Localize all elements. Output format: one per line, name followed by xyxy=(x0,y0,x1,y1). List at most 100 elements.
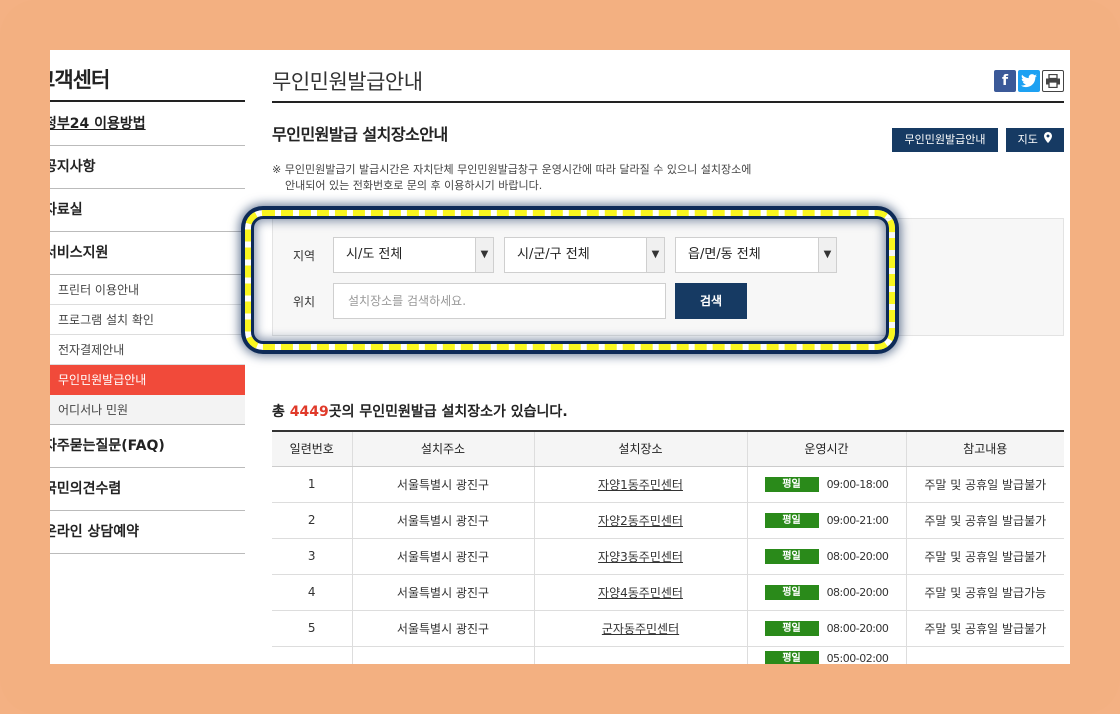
row-address: 서울특별시 광진구 xyxy=(351,610,534,647)
table-row: 2 서울특별시 광진구 자양2동주민센터 평일 09:00-21:00 주말 및 … xyxy=(272,502,1064,539)
search-button[interactable]: 검색 xyxy=(675,283,747,319)
table-row: 3 서울특별시 광진구 자양3동주민센터 평일 08:00-20:00 주말 및 … xyxy=(272,538,1064,575)
row-note: 주말 및 공휴일 발급불가 xyxy=(905,502,1064,539)
kiosk-guide-button[interactable]: 무인민원발급안내 xyxy=(892,128,998,152)
sido-select[interactable]: 시/도 전체 ▼ xyxy=(333,237,494,273)
row-note: 주말 및 공휴일 발급가능 xyxy=(905,574,1064,611)
sidebar-item-label: 자주묻는질문(FAQ) xyxy=(50,438,165,454)
weekday-badge: 평일 xyxy=(764,620,819,636)
hours-text: 09:00-21:00 xyxy=(826,513,889,527)
row-hours: 평일 05:00-02:00 xyxy=(746,646,906,665)
row-place-label: 자양2동주민센터 xyxy=(598,513,683,528)
row-address: 서울특별시 광진구 xyxy=(351,466,534,503)
sidebar-item-label: 서비스지원 xyxy=(50,245,109,261)
sidebar-item-service-support[interactable]: 서비스지원 xyxy=(50,232,245,275)
row-place-link[interactable]: 자양1동주민센터 xyxy=(533,466,747,503)
result-number: 4449 xyxy=(289,404,329,420)
row-number: 5 xyxy=(272,610,352,647)
table-header-row: 일련번호 설치주소 설치장소 운영시간 참고내용 xyxy=(272,430,1064,467)
sidebar-menu: 정부24 이용방법 공지사항 자료실 서비스지원 프린터 이용안내 프로그램 설… xyxy=(50,103,245,554)
row-place-link[interactable]: 자양3동주민센터 xyxy=(533,538,747,575)
sidebar-item-library[interactable]: 자료실 xyxy=(50,189,245,232)
hours-text: 05:00-02:00 xyxy=(826,651,889,665)
chevron-down-icon: ▼ xyxy=(646,238,664,272)
row-hours: 평일 08:00-20:00 xyxy=(746,538,906,575)
table-row: 1 서울특별시 광진구 자양1동주민센터 평일 09:00-18:00 주말 및 … xyxy=(272,466,1064,503)
weekday-badge: 평일 xyxy=(764,476,819,492)
table-row: 5 서울특별시 광진구 군자동주민센터 평일 08:00-20:00 주말 및 공… xyxy=(272,610,1064,647)
row-place-label: 자양1동주민센터 xyxy=(598,477,683,492)
result-prefix: 총 xyxy=(272,404,290,420)
sidebar-item-faq[interactable]: 자주묻는질문(FAQ) xyxy=(50,425,245,468)
facebook-icon[interactable]: f xyxy=(994,70,1016,92)
eupmyeondong-select-value: 읍/면/동 전체 xyxy=(688,247,761,262)
row-hours: 평일 08:00-20:00 xyxy=(746,610,906,647)
hours-text: 08:00-20:00 xyxy=(826,621,889,635)
sidebar-subitem-label: 프로그램 설치 확인 xyxy=(58,313,154,327)
row-address: 서울특별시 광진구 xyxy=(351,502,534,539)
weekday-badge: 평일 xyxy=(764,650,819,664)
sido-select-value: 시/도 전체 xyxy=(346,247,403,262)
browser-screen: 고객센터 정부24 이용방법 공지사항 자료실 서비스지원 프린터 이용안내 프… xyxy=(50,50,1070,664)
share-toolbar: f xyxy=(994,70,1064,92)
sidebar-subitem-program-check[interactable]: 프로그램 설치 확인 xyxy=(50,305,245,335)
row-place-label: 군자동주민센터 xyxy=(601,621,680,636)
sigungu-select-value: 시/군/구 전체 xyxy=(517,247,590,262)
title-divider xyxy=(272,101,1064,103)
sidebar-item-label: 자료실 xyxy=(50,202,83,218)
hours-text: 08:00-20:00 xyxy=(826,585,889,599)
sidebar-subitem-label: 전자결제안내 xyxy=(58,343,125,357)
sigungu-select[interactable]: 시/군/구 전체 ▼ xyxy=(504,237,665,273)
chevron-down-icon: ▼ xyxy=(475,238,493,272)
row-place-label: 자양3동주민센터 xyxy=(598,549,683,564)
table-row: 평일 05:00-02:00 xyxy=(272,646,1064,664)
weekday-badge: 평일 xyxy=(764,548,819,564)
row-place-link[interactable]: 군자동주민센터 xyxy=(533,610,747,647)
column-header: 설치주소 xyxy=(351,430,534,467)
row-hours: 평일 09:00-21:00 xyxy=(746,502,906,539)
search-panel: 지역 시/도 전체 ▼ 시/군/구 전체 ▼ 읍/면/동 전체 ▼ 위치 설치장… xyxy=(272,218,1064,336)
weekday-badge: 평일 xyxy=(764,584,819,600)
sidebar-subitem-label: 프린터 이용안내 xyxy=(58,283,140,297)
kiosk-location-table: 일련번호 설치주소 설치장소 운영시간 참고내용 1 서울특별시 광진구 자양1… xyxy=(272,430,1064,664)
sidebar-item-label: 국민의견수렴 xyxy=(50,481,122,497)
sidebar-item-online-consult[interactable]: 온라인 상담예약 xyxy=(50,511,245,554)
column-header: 일련번호 xyxy=(272,430,352,467)
row-note: 주말 및 공휴일 발급불가 xyxy=(905,538,1064,575)
row-number xyxy=(272,646,352,664)
sidebar-item-label: 공지사항 xyxy=(50,159,96,175)
sidebar-item-notice[interactable]: 공지사항 xyxy=(50,146,245,189)
row-number: 2 xyxy=(272,502,352,539)
row-place-link[interactable]: 자양4동주민센터 xyxy=(533,574,747,611)
sidebar-title-divider xyxy=(50,100,245,102)
chevron-down-icon: ▼ xyxy=(818,238,836,272)
sidebar-subitem-label: 어디서나 민원 xyxy=(58,403,129,417)
sidebar-item-label: 정부24 이용방법 xyxy=(50,116,146,132)
sidebar-subitem-payment[interactable]: 전자결제안내 xyxy=(50,335,245,365)
notice-line-2: 안내되어 있는 전화번호로 문의 후 이용하시기 바랍니다. xyxy=(285,179,543,192)
map-button[interactable]: 지도 xyxy=(1006,128,1064,152)
row-number: 3 xyxy=(272,538,352,575)
row-place-link[interactable] xyxy=(533,646,747,664)
row-place-label: 자양4동주민센터 xyxy=(598,585,683,600)
row-hours: 평일 09:00-18:00 xyxy=(746,466,906,503)
location-label: 위치 xyxy=(293,295,316,309)
sidebar-item-opinion[interactable]: 국민의견수렴 xyxy=(50,468,245,511)
row-note xyxy=(905,646,1064,664)
sidebar-title: 고객센터 xyxy=(50,68,110,92)
column-header: 참고내용 xyxy=(905,430,1064,467)
table-row: 4 서울특별시 광진구 자양4동주민센터 평일 08:00-20:00 주말 및 … xyxy=(272,574,1064,611)
sidebar-item-usage[interactable]: 정부24 이용방법 xyxy=(50,103,245,146)
page-title: 무인민원발급안내 xyxy=(272,70,423,94)
hours-text: 09:00-18:00 xyxy=(826,477,889,491)
row-place-link[interactable]: 자양2동주민센터 xyxy=(533,502,747,539)
sidebar-subitem-printer[interactable]: 프린터 이용안내 xyxy=(50,275,245,305)
twitter-icon[interactable] xyxy=(1018,70,1040,92)
sidebar-subitem-anywhere[interactable]: 어디서나 민원 xyxy=(50,395,245,425)
print-icon[interactable] xyxy=(1042,70,1064,92)
search-input[interactable]: 설치장소를 검색하세요. xyxy=(333,283,666,319)
row-number: 4 xyxy=(272,574,352,611)
row-address: 서울특별시 광진구 xyxy=(351,538,534,575)
sidebar-subitem-kiosk-guide[interactable]: 무인민원발급안내 xyxy=(50,365,245,395)
eupmyeondong-select[interactable]: 읍/면/동 전체 ▼ xyxy=(675,237,837,273)
